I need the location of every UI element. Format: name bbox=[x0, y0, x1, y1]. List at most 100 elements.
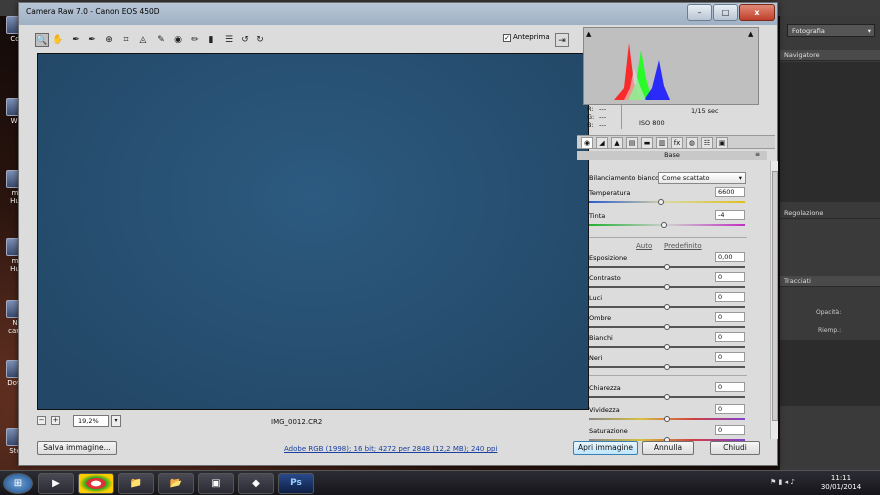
slider-label: Esposizione bbox=[589, 254, 628, 262]
vpn-icon[interactable]: ◆ bbox=[238, 473, 274, 494]
tab-detail-icon[interactable]: ▲ bbox=[611, 137, 623, 149]
tab-effects-icon[interactable]: fx bbox=[671, 137, 683, 149]
slider-track[interactable] bbox=[589, 416, 745, 422]
spot-removal-tool-icon[interactable]: ✎ bbox=[154, 33, 168, 47]
program-icon[interactable]: ▣ bbox=[198, 473, 234, 494]
tab-presets-icon[interactable]: ☷ bbox=[701, 137, 713, 149]
cancel-button[interactable]: Annulla bbox=[642, 441, 694, 455]
zoom-in-button[interactable]: + bbox=[51, 416, 60, 425]
chrome-icon[interactable] bbox=[78, 473, 114, 494]
tab-basic-icon[interactable]: ◉ bbox=[581, 137, 593, 149]
white-balance-tool-icon[interactable]: ✒ bbox=[69, 33, 83, 47]
zoom-tool-icon[interactable]: 🔍 bbox=[35, 33, 49, 47]
zoom-level[interactable]: 19,2% bbox=[73, 415, 109, 427]
close-window-button[interactable]: x bbox=[739, 4, 775, 21]
slider-track[interactable] bbox=[589, 344, 745, 350]
slider-value-field[interactable]: 0 bbox=[715, 332, 745, 342]
save-image-button[interactable]: Salva immagine... bbox=[37, 441, 117, 455]
time: 11:11 bbox=[830, 474, 852, 482]
slider-value-field[interactable]: 0 bbox=[715, 425, 745, 435]
chevron-down-icon[interactable]: ▾ bbox=[111, 415, 121, 427]
slider-thumb[interactable] bbox=[660, 222, 667, 228]
slider-thumb[interactable] bbox=[664, 324, 670, 330]
slider-thumb[interactable] bbox=[664, 284, 670, 290]
slider-label: Chiarezza bbox=[589, 384, 621, 392]
histogram: ▲ ▲ bbox=[583, 27, 759, 105]
slider-value-field[interactable]: -4 bbox=[715, 210, 745, 220]
color-sampler-tool-icon[interactable]: ✒ bbox=[85, 33, 99, 47]
slider-value-field[interactable]: 0 bbox=[715, 312, 745, 322]
info-readout: R: G: B: --- --- --- 1/15 sec ISO 800 bbox=[583, 103, 759, 133]
default-link[interactable]: Predefinito bbox=[664, 242, 702, 250]
clock[interactable]: 11:11 30/01/2014 bbox=[818, 474, 864, 492]
slider-value-field[interactable]: 0,00 bbox=[715, 252, 745, 262]
explorer-icon[interactable]: 📁 bbox=[118, 473, 154, 494]
panel-menu-icon[interactable]: ≡ bbox=[755, 151, 760, 158]
slider-value-field[interactable]: 0 bbox=[715, 382, 745, 392]
panel-scrollbar[interactable] bbox=[770, 161, 778, 439]
slider-thumb[interactable] bbox=[664, 394, 670, 400]
g-label: G: bbox=[587, 113, 595, 121]
photoshop-icon[interactable]: Ps bbox=[278, 473, 314, 494]
fullscreen-toggle-icon[interactable]: ⇥ bbox=[555, 33, 569, 47]
histogram-graph bbox=[614, 43, 670, 100]
start-button[interactable]: ⊞ bbox=[3, 473, 33, 494]
panel-adjust-header[interactable]: Regolazione bbox=[780, 208, 880, 219]
slider-track[interactable] bbox=[589, 264, 745, 270]
tab-snapshots-icon[interactable]: ▣ bbox=[716, 137, 728, 149]
adjustment-brush-icon[interactable]: ✏ bbox=[188, 33, 202, 47]
slider-value-field[interactable]: 0 bbox=[715, 272, 745, 282]
media-player-icon[interactable]: ▶ bbox=[38, 473, 74, 494]
crop-tool-icon[interactable]: ⌗ bbox=[119, 33, 133, 47]
tab-tone-curve-icon[interactable]: ◢ bbox=[596, 137, 608, 149]
wb-select[interactable]: Come scattato ▾ bbox=[658, 172, 746, 184]
red-eye-tool-icon[interactable]: ◉ bbox=[171, 33, 185, 47]
open-image-button[interactable]: Apri immagine bbox=[573, 441, 638, 455]
close-button[interactable]: Chiudi bbox=[710, 441, 760, 455]
divider bbox=[589, 375, 747, 376]
image-preview[interactable] bbox=[37, 53, 589, 410]
slider-track[interactable] bbox=[589, 394, 745, 400]
minimize-button[interactable]: – bbox=[687, 4, 712, 21]
workflow-options-link[interactable]: Adobe RGB (1998); 16 bit; 4272 per 2848 … bbox=[284, 445, 497, 453]
panel-navigator-header[interactable]: Navigatore bbox=[780, 50, 880, 61]
tab-camera-calibration-icon[interactable]: ◍ bbox=[686, 137, 698, 149]
slider-value-field[interactable]: 0 bbox=[715, 292, 745, 302]
hand-tool-icon[interactable]: ✋ bbox=[51, 33, 65, 47]
slider-track[interactable] bbox=[589, 199, 745, 205]
slider-label: Saturazione bbox=[589, 427, 628, 435]
tray-icons[interactable]: ⚑ ▮ ◂ ♪ bbox=[770, 478, 795, 486]
workspace-select[interactable]: Fotografia ▾ bbox=[787, 24, 875, 37]
scroll-thumb[interactable] bbox=[772, 171, 778, 421]
slider-track[interactable] bbox=[589, 304, 745, 310]
slider-thumb[interactable] bbox=[657, 199, 664, 205]
slider-thumb[interactable] bbox=[664, 304, 670, 310]
folders-icon[interactable]: 📂 bbox=[158, 473, 194, 494]
slider-track[interactable] bbox=[589, 222, 745, 228]
preferences-icon[interactable]: ☰ bbox=[222, 33, 236, 47]
rotate-left-icon[interactable]: ↺ bbox=[238, 33, 252, 47]
slider-value-field[interactable]: 0 bbox=[715, 352, 745, 362]
slider-value-field[interactable]: 0 bbox=[715, 404, 745, 414]
slider-track[interactable] bbox=[589, 364, 745, 370]
slider-track[interactable] bbox=[589, 284, 745, 290]
slider-thumb[interactable] bbox=[664, 264, 670, 270]
slider-label: Neri bbox=[589, 354, 603, 362]
auto-link[interactable]: Auto bbox=[636, 242, 652, 250]
preview-checkbox[interactable]: ✓ Anteprima bbox=[503, 33, 550, 42]
tab-hsl-icon[interactable]: ▤ bbox=[626, 137, 638, 149]
panel-paths-header[interactable]: Tracciati bbox=[780, 276, 880, 287]
slider-track[interactable] bbox=[589, 324, 745, 330]
rotate-right-icon[interactable]: ↻ bbox=[253, 33, 267, 47]
tab-lens-icon[interactable]: ▥ bbox=[656, 137, 668, 149]
zoom-out-button[interactable]: − bbox=[37, 416, 46, 425]
straighten-tool-icon[interactable]: ◬ bbox=[136, 33, 150, 47]
target-adjust-tool-icon[interactable]: ⊕ bbox=[102, 33, 116, 47]
slider-thumb[interactable] bbox=[664, 364, 670, 370]
maximize-button[interactable]: □ bbox=[713, 4, 738, 21]
slider-thumb[interactable] bbox=[664, 416, 670, 422]
graduated-filter-icon[interactable]: ▮ bbox=[204, 33, 218, 47]
slider-value-field[interactable]: 6600 bbox=[715, 187, 745, 197]
slider-thumb[interactable] bbox=[664, 344, 670, 350]
tab-split-toning-icon[interactable]: ▬ bbox=[641, 137, 653, 149]
